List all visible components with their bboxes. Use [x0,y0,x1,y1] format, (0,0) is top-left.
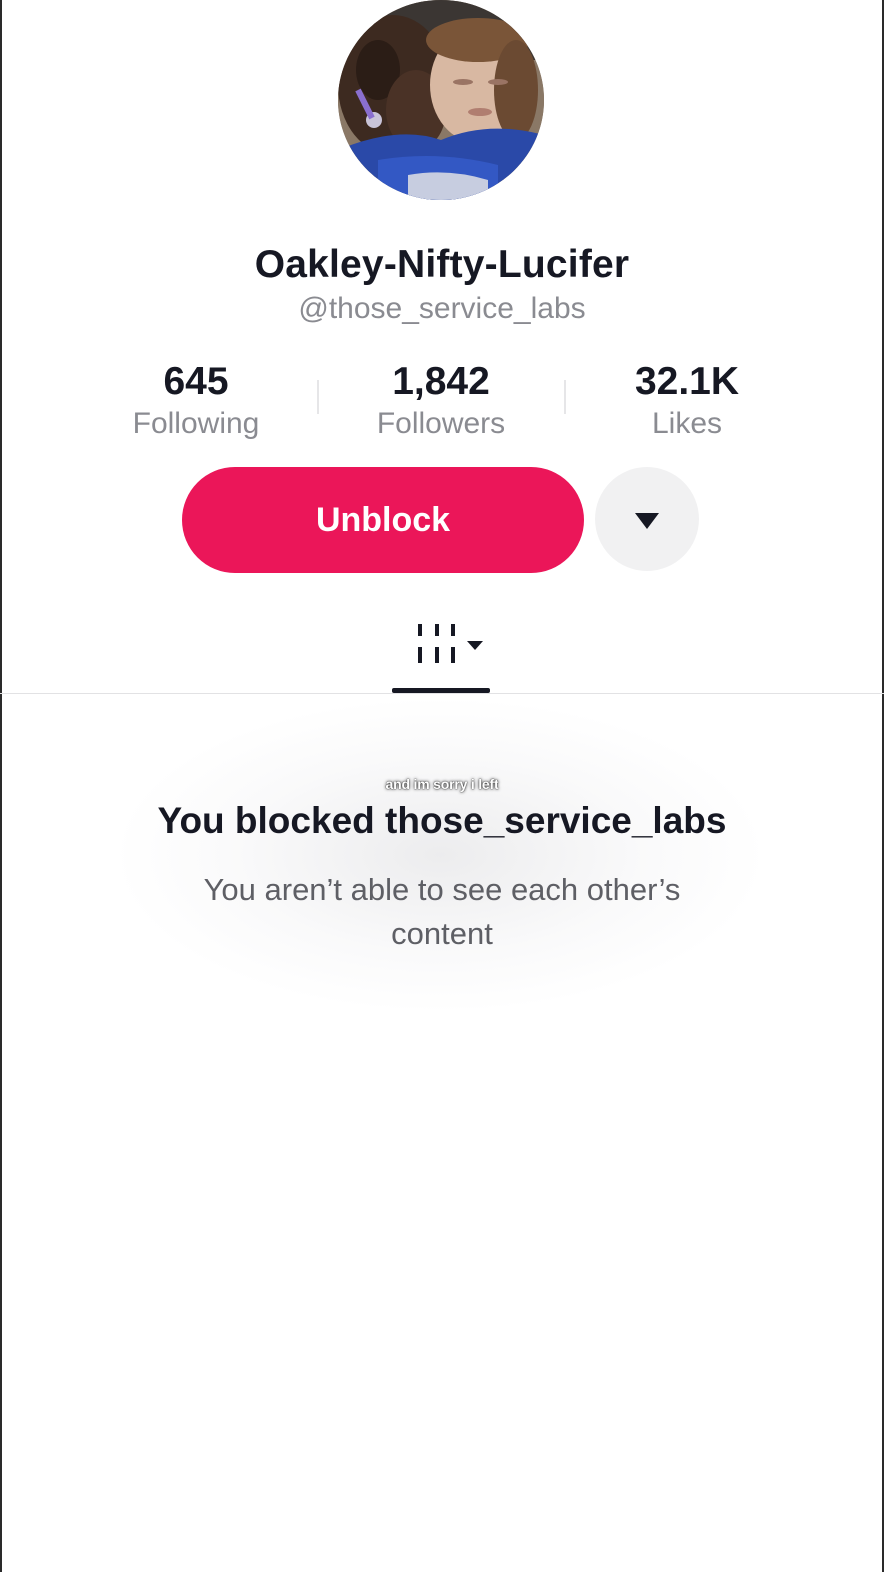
stat-followers[interactable]: 1,842 Followers [321,360,561,442]
notice-background [120,700,760,1010]
stat-likes[interactable]: 32.1K Likes [567,360,807,442]
stat-likes-value: 32.1K [634,360,740,403]
avatar-photo [338,0,544,200]
username-handle: @those_service_labs [298,292,586,325]
display-name: Oakley-Nifty-Lucifer [254,243,630,286]
video-caption-overlay: and im sorry i left [385,776,499,792]
more-options-button[interactable] [595,467,699,571]
tab-videos[interactable] [392,610,492,694]
blocked-notice-subtitle: You aren’t able to see each other’s cont… [203,872,681,951]
stat-following[interactable]: 645 Following [76,360,316,442]
stat-divider [317,380,319,414]
stat-followers-label: Followers [376,407,506,440]
stat-followers-value: 1,842 [392,360,490,403]
avatar[interactable] [338,0,544,200]
tabs-divider [0,693,884,694]
stat-following-label: Following [132,407,260,440]
stat-divider [564,380,566,414]
caret-down-icon [635,513,659,529]
stat-following-value: 645 [163,360,229,403]
blocked-notice-title: You blocked those_service_labs [157,800,727,841]
grid-with-caret-icon [418,624,483,663]
stat-likes-label: Likes [651,407,723,440]
unblock-button[interactable]: Unblock [182,467,584,573]
